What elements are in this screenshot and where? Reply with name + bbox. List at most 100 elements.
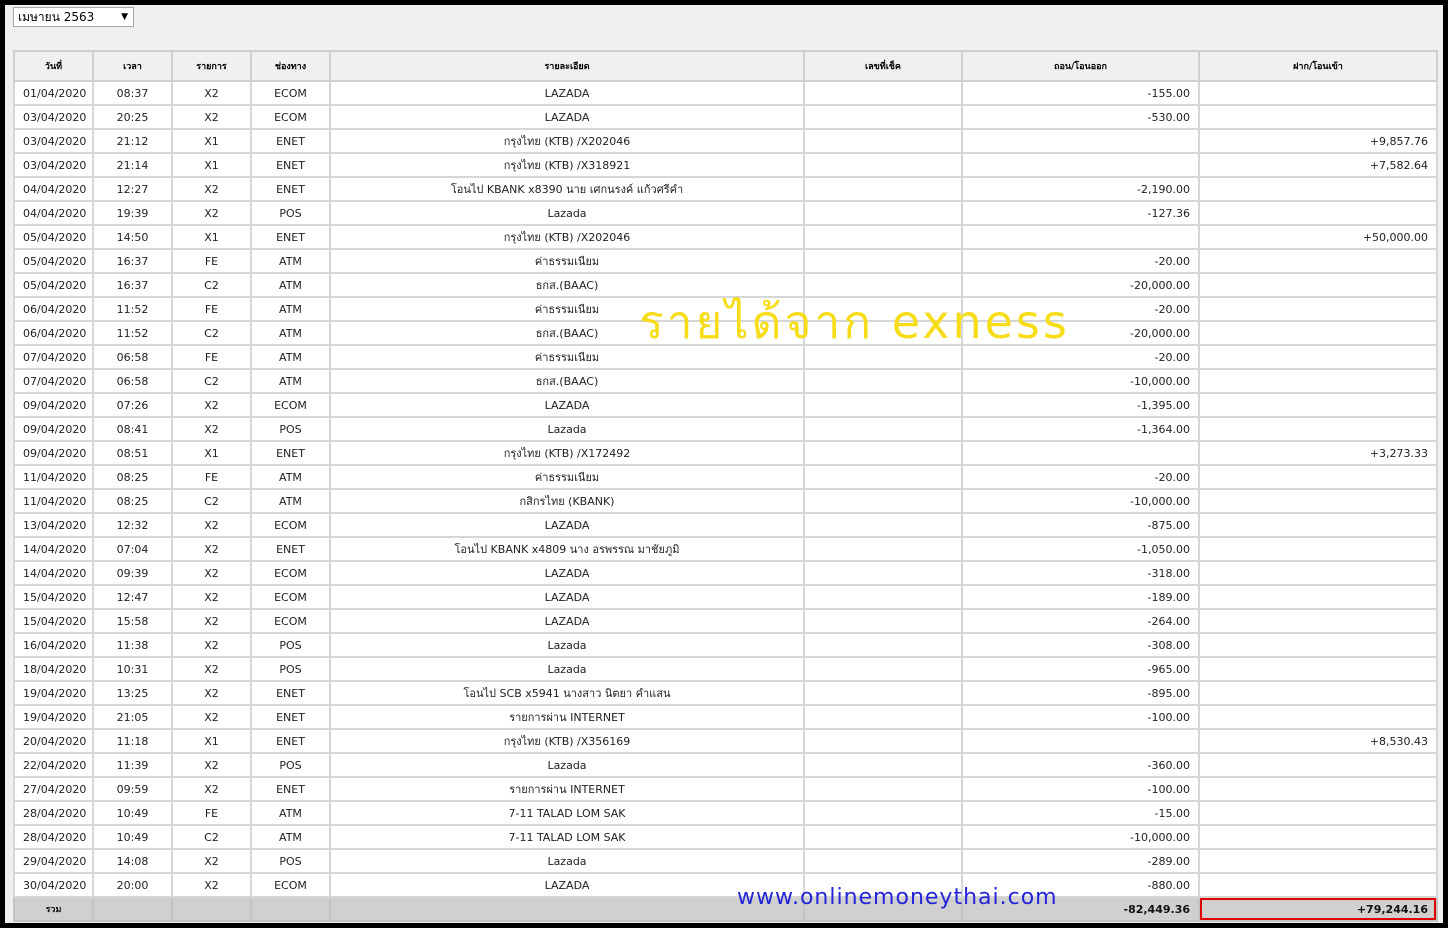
cell-deposit	[1198, 800, 1438, 826]
table-body: 01/04/2020 08:37 X2 ECOM LAZADA -155.00 03/04/…	[13, 80, 1438, 898]
cell-date: 19/04/2020	[13, 680, 94, 706]
cell-type: C2	[171, 272, 252, 298]
cell-type: X2	[171, 656, 252, 682]
cell-date: 28/04/2020	[13, 800, 94, 826]
cell-detail: LAZADA	[329, 104, 805, 130]
cell-deposit: +7,582.64	[1198, 152, 1438, 178]
cell-channel: POS	[250, 656, 331, 682]
cell-time: 08:51	[92, 440, 173, 466]
cell-time: 15:58	[92, 608, 173, 634]
cell-deposit: +3,273.33	[1198, 440, 1438, 466]
cell-time: 14:08	[92, 848, 173, 874]
cell-cheque	[803, 488, 963, 514]
table-row: 09/04/2020 07:26 X2 ECOM LAZADA -1,395.00	[13, 392, 1438, 418]
cell-detail: Lazada	[329, 416, 805, 442]
table-row: 07/04/2020 06:58 C2 ATM ธกส.(BAAC) -10,000.00	[13, 368, 1438, 394]
cell-cheque	[803, 632, 963, 658]
cell-time: 19:39	[92, 200, 173, 226]
cell-channel: POS	[250, 632, 331, 658]
cell-deposit	[1198, 848, 1438, 874]
cell-date: 05/04/2020	[13, 248, 94, 274]
cell-withdraw	[961, 152, 1200, 178]
cell-time: 11:18	[92, 728, 173, 754]
cell-withdraw: -100.00	[961, 776, 1200, 802]
cell-date: 20/04/2020	[13, 728, 94, 754]
cell-deposit	[1198, 200, 1438, 226]
total-label: รวม	[13, 896, 94, 922]
cell-type: FE	[171, 344, 252, 370]
cell-channel: ENET	[250, 176, 331, 202]
cell-withdraw: -289.00	[961, 848, 1200, 874]
cell-detail: ค่าธรรมเนียม	[329, 464, 805, 490]
cell-detail: LAZADA	[329, 512, 805, 538]
month-select[interactable]: เมษายน 2563 ▼	[13, 7, 134, 27]
cell-cheque	[803, 848, 963, 874]
cell-detail: โอนไป KBANK x8390 นาย เศกนรงค์ แก้วศรีคำ	[329, 176, 805, 202]
cell-cheque	[803, 176, 963, 202]
cell-type: X1	[171, 152, 252, 178]
cell-time: 11:52	[92, 296, 173, 322]
cell-deposit	[1198, 80, 1438, 106]
cell-channel: POS	[250, 200, 331, 226]
cell-type: X2	[171, 200, 252, 226]
cell-time: 12:32	[92, 512, 173, 538]
cell-time: 12:47	[92, 584, 173, 610]
website-watermark: www.onlinemoneythai.com	[737, 885, 1058, 910]
table-row: 14/04/2020 07:04 X2 ENET โอนไป KBANK x4809 น…	[13, 536, 1438, 562]
table-row: 15/04/2020 12:47 X2 ECOM LAZADA -189.00	[13, 584, 1438, 610]
cell-time: 16:37	[92, 248, 173, 274]
cell-cheque	[803, 200, 963, 226]
cell-deposit	[1198, 464, 1438, 490]
cell-type: C2	[171, 824, 252, 850]
table-row: 28/04/2020 10:49 C2 ATM 7-11 TALAD LOM SAK -1…	[13, 824, 1438, 850]
cell-cheque	[803, 536, 963, 562]
cell-deposit	[1198, 416, 1438, 442]
cell-withdraw: -875.00	[961, 512, 1200, 538]
header-detail: รายละเอียด	[329, 50, 805, 82]
header-type: รายการ	[171, 50, 252, 82]
cell-detail: กรุงไทย (KTB) /X202046	[329, 224, 805, 250]
cell-time: 21:05	[92, 704, 173, 730]
cell-cheque	[803, 440, 963, 466]
cell-time: 08:37	[92, 80, 173, 106]
cell-deposit	[1198, 536, 1438, 562]
cell-deposit	[1198, 104, 1438, 130]
cell-detail: รายการผ่าน INTERNET	[329, 776, 805, 802]
table-row: 27/04/2020 09:59 X2 ENET รายการผ่าน INTERNET…	[13, 776, 1438, 802]
cell-cheque	[803, 680, 963, 706]
cell-type: X2	[171, 680, 252, 706]
cell-time: 13:25	[92, 680, 173, 706]
cell-withdraw: -20.00	[961, 464, 1200, 490]
cell-withdraw: -15.00	[961, 800, 1200, 826]
header-time: เวลา	[92, 50, 173, 82]
cell-cheque	[803, 392, 963, 418]
cell-date: 03/04/2020	[13, 104, 94, 130]
cell-detail: กสิกรไทย (KBANK)	[329, 488, 805, 514]
table-header-row: วันที่ เวลา รายการ ช่องทาง รายละเอียด เลขที่เ…	[13, 50, 1438, 82]
table-row: 14/04/2020 09:39 X2 ECOM LAZADA -318.00	[13, 560, 1438, 586]
cell-type: X2	[171, 632, 252, 658]
total-empty-cell	[250, 896, 331, 922]
cell-cheque	[803, 464, 963, 490]
table-row: 30/04/2020 20:00 X2 ECOM LAZADA -880.00	[13, 872, 1438, 898]
cell-channel: ENET	[250, 704, 331, 730]
cell-detail: โอนไป KBANK x4809 นาง อรพรรณ มาชัยภูมิ	[329, 536, 805, 562]
table-row: 11/04/2020 08:25 C2 ATM กสิกรไทย (KBANK) -10,…	[13, 488, 1438, 514]
cell-cheque	[803, 416, 963, 442]
cell-withdraw: -10,000.00	[961, 368, 1200, 394]
table-row: 03/04/2020 21:12 X1 ENET กรุงไทย (KTB) /X202…	[13, 128, 1438, 154]
cell-time: 11:39	[92, 752, 173, 778]
cell-date: 07/04/2020	[13, 368, 94, 394]
cell-type: X2	[171, 176, 252, 202]
cell-deposit	[1198, 176, 1438, 202]
cell-channel: ENET	[250, 776, 331, 802]
cell-detail: LAZADA	[329, 560, 805, 586]
cell-date: 14/04/2020	[13, 536, 94, 562]
cell-type: X2	[171, 848, 252, 874]
table-row: 09/04/2020 08:41 X2 POS Lazada -1,364.00	[13, 416, 1438, 442]
cell-channel: ATM	[250, 296, 331, 322]
table-row: 15/04/2020 15:58 X2 ECOM LAZADA -264.00	[13, 608, 1438, 634]
cell-time: 14:50	[92, 224, 173, 250]
cell-deposit	[1198, 560, 1438, 586]
cell-detail: โอนไป SCB x5941 นางสาว นิตยา คำแสน	[329, 680, 805, 706]
